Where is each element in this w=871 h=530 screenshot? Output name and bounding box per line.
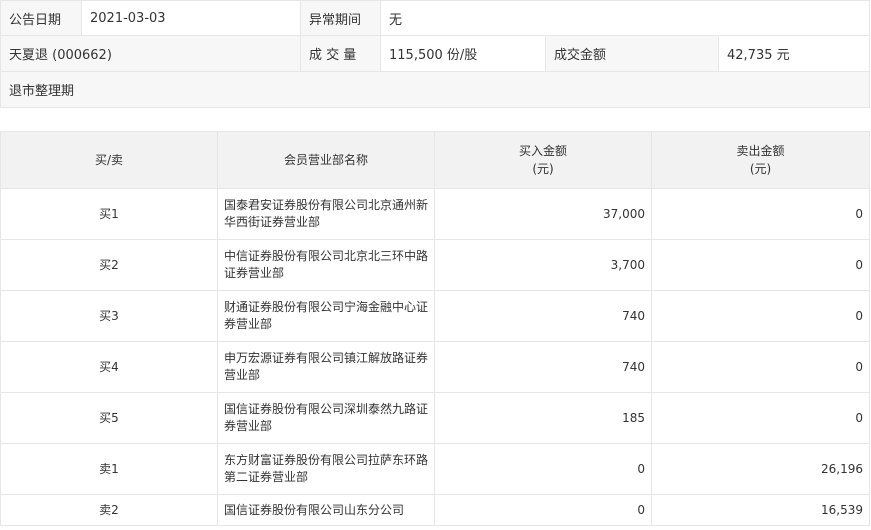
row-sell-amount: 0 <box>651 341 870 393</box>
trading-branches-table: 买/卖 会员营业部名称 买入金额 (元) 卖出金额 (元) 买1 国泰君安证券股… <box>0 131 870 526</box>
row-buy-amount: 37,000 <box>434 188 652 240</box>
row-sell-amount: 16,539 <box>651 494 870 526</box>
amount-value: 42,735 元 <box>717 35 871 72</box>
header-sell-label: 卖出金额 <box>736 144 785 158</box>
row-branch: 中信证券股份有限公司北京北三环中路证券营业部 <box>217 239 435 291</box>
row-buy-amount: 740 <box>434 341 652 393</box>
row-side: 买1 <box>0 188 218 240</box>
row-side: 买2 <box>0 239 218 291</box>
row-branch: 东方财富证券股份有限公司拉萨东环路第二证券营业部 <box>217 443 435 495</box>
row-branch: 国泰君安证券股份有限公司北京通州新华西街证券营业部 <box>217 188 435 240</box>
period-label: 异常期间 <box>300 0 381 36</box>
date-value: 2021-03-03 <box>81 0 301 36</box>
volume-label: 成 交 量 <box>300 35 381 72</box>
row-buy-amount: 3,700 <box>434 239 652 291</box>
header-buy: 买入金额 (元) <box>434 131 652 189</box>
amount-label: 成交金额 <box>545 35 719 72</box>
info-row-trade: 天夏退 (000662) 成 交 量 115,500 份/股 成交金额 42,7… <box>0 35 871 72</box>
row-side: 买5 <box>0 392 218 444</box>
table-row: 买1 国泰君安证券股份有限公司北京通州新华西街证券营业部 37,000 0 <box>0 188 870 240</box>
listing-reason: 退市整理期 <box>0 71 871 108</box>
row-branch: 财通证券股份有限公司宁海金融中心证券营业部 <box>217 290 435 342</box>
row-side: 卖2 <box>0 494 218 526</box>
header-side: 买/卖 <box>0 131 218 189</box>
header-sell-unit: (元) <box>749 162 772 176</box>
info-row-date: 公告日期 2021-03-03 异常期间 无 <box>0 0 871 36</box>
table-header-row: 买/卖 会员营业部名称 买入金额 (元) 卖出金额 (元) <box>0 131 870 189</box>
table-row: 买2 中信证券股份有限公司北京北三环中路证券营业部 3,700 0 <box>0 239 870 291</box>
stock-name: 天夏退 (000662) <box>0 35 301 72</box>
table-row: 买4 申万宏源证券有限公司镇江解放路证券营业部 740 0 <box>0 341 870 393</box>
row-side: 买4 <box>0 341 218 393</box>
row-branch: 国信证券股份有限公司山东分公司 <box>217 494 435 526</box>
row-side: 卖1 <box>0 443 218 495</box>
table-row: 买5 国信证券股份有限公司深圳泰然九路证券营业部 185 0 <box>0 392 870 444</box>
row-buy-amount: 0 <box>434 494 652 526</box>
row-buy-amount: 740 <box>434 290 652 342</box>
header-buy-unit: (元) <box>532 162 554 176</box>
table-row: 买3 财通证券股份有限公司宁海金融中心证券营业部 740 0 <box>0 290 870 342</box>
row-sell-amount: 0 <box>651 392 870 444</box>
row-sell-amount: 26,196 <box>651 443 870 495</box>
table-row: 卖1 东方财富证券股份有限公司拉萨东环路第二证券营业部 0 26,196 <box>0 443 870 495</box>
date-label: 公告日期 <box>0 0 82 36</box>
row-sell-amount: 0 <box>651 188 870 240</box>
header-branch: 会员营业部名称 <box>217 131 435 189</box>
row-sell-amount: 0 <box>651 239 870 291</box>
announcement-info-table: 公告日期 2021-03-03 异常期间 无 天夏退 (000662) 成 交 … <box>0 0 871 108</box>
row-buy-amount: 0 <box>434 443 652 495</box>
row-branch: 国信证券股份有限公司深圳泰然九路证券营业部 <box>217 392 435 444</box>
period-value: 无 <box>379 0 871 36</box>
row-sell-amount: 0 <box>651 290 870 342</box>
header-sell: 卖出金额 (元) <box>651 131 870 189</box>
info-row-reason: 退市整理期 <box>0 71 871 108</box>
table-row: 卖2 国信证券股份有限公司山东分公司 0 16,539 <box>0 494 870 526</box>
header-buy-label: 买入金额 <box>518 144 567 158</box>
row-side: 买3 <box>0 290 218 342</box>
row-buy-amount: 185 <box>434 392 652 444</box>
row-branch: 申万宏源证券有限公司镇江解放路证券营业部 <box>217 341 435 393</box>
volume-value: 115,500 份/股 <box>380 35 546 72</box>
